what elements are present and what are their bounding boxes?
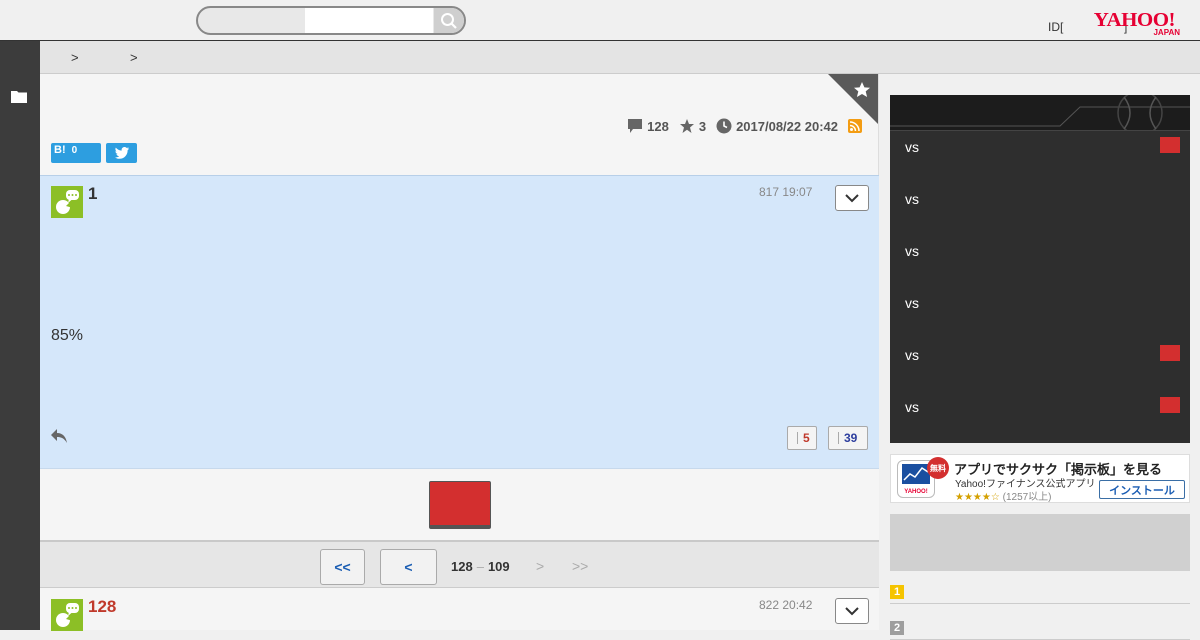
install-button[interactable]: インストール [1099,480,1185,499]
game-row[interactable]: vs [890,123,1190,175]
vote-up-button[interactable]: 39 [828,426,868,450]
page-range: 128–109 [451,559,510,574]
post-date: 817 19:07 [759,185,813,199]
search-box[interactable] [196,6,466,35]
user-avatar-icon [56,603,79,627]
vote-up-count: 39 [844,431,858,445]
baseball-scoreboard: vs vs vs vs vs vs [890,90,1190,443]
ranking-item[interactable]: 2 [890,614,1190,640]
sidebar: vs vs vs vs vs vs YAHOO! 無料 アプリでサクサク「掲示板… [880,74,1200,640]
app-icon-text: YAHOO! [904,489,927,495]
breadcrumb-sep-2: > [130,50,138,65]
rank-number: 2 [890,621,904,635]
post-number: 128 [88,597,117,616]
id-label[interactable]: ID[ [1048,20,1063,34]
comment-icon [628,119,643,133]
reply-icon[interactable] [50,428,68,444]
hatena-count: 0 [71,145,78,156]
game-row[interactable]: vs [890,279,1190,331]
vote-divider [797,432,798,444]
app-promo-banner[interactable]: YAHOO! 無料 アプリでサクサク「掲示板」を見る Yahoo!ファイナンス公… [890,454,1190,503]
hatena-bookmark-button[interactable]: B! 0 [51,143,101,163]
game-row[interactable]: vs [890,331,1190,383]
yahoo-logo[interactable]: YAHOO! JAPAN [1093,9,1186,38]
search-icon [441,12,457,29]
post-number: 1 [88,184,98,203]
rank-number: 1 [890,585,904,599]
vote-down-count: 5 [803,431,810,445]
twitter-icon [114,147,129,159]
twitter-button[interactable] [106,143,137,163]
post-menu-dropdown[interactable] [835,185,869,211]
live-badge [1160,137,1180,153]
game-vs: vs [905,139,919,155]
favorite-star-icon[interactable] [828,74,878,124]
rating-count: (1257以上) [1002,492,1052,503]
chevron-down-icon [845,606,859,615]
free-badge: 無料 [927,457,949,479]
pagination: << < 128–109 > >> [40,540,879,588]
avatar [51,186,83,218]
rss-link[interactable] [848,119,866,133]
post-item: 1 817 19:07 85% 5 39 [40,175,879,469]
thread-meta: 128 3 2017/08/22 20:42 [617,118,866,134]
live-badge [1160,397,1180,413]
rss-icon[interactable] [848,119,862,133]
post-comment-button[interactable] [429,481,491,529]
app-rating: ★★★★☆ (1257以上) [955,488,1052,503]
post-menu-dropdown[interactable] [835,598,869,624]
logo-sub: JAPAN [1153,28,1180,37]
ad-placeholder [890,514,1190,571]
breadcrumb: > > [40,41,1200,74]
live-badge [1160,345,1180,361]
vote-down-button[interactable]: 5 [787,426,817,450]
main-content: 128 3 2017/08/22 20:42 B! 0 1 817 19:07 [40,74,879,631]
ranking-item[interactable]: 1 [890,578,1190,604]
top-bar: ID[ ] YAHOO! JAPAN [0,0,1200,41]
post-body: 85% [51,327,84,344]
post-date: 822 20:42 [759,598,813,612]
chevron-down-icon [845,193,859,202]
folder-icon[interactable] [11,89,27,103]
prev-page-button[interactable]: < [380,549,437,585]
action-area [40,469,879,540]
game-vs: vs [905,347,919,363]
left-rail [0,41,40,630]
rating-stars: ★★★★☆ [955,492,1000,503]
post-item: 128 822 20:42 [40,588,879,631]
thread-date: 2017/08/22 20:42 [716,118,838,134]
user-avatar-icon [56,190,79,214]
breadcrumb-sep-1: > [71,50,79,65]
game-row[interactable]: vs [890,383,1190,435]
game-row[interactable]: vs [890,227,1190,279]
avatar [51,599,83,631]
star-count-value: 3 [698,118,707,134]
game-vs: vs [905,191,919,207]
range-end: 109 [487,559,510,574]
game-vs: vs [905,295,919,311]
hatena-label: B! [54,144,66,156]
range-dash: – [476,559,484,574]
thread-datetime: 2017/08/22 20:42 [736,118,838,134]
comment-count: 128 [627,118,669,134]
first-page-button[interactable]: << [320,549,365,585]
game-row[interactable]: vs [890,175,1190,227]
vote-divider [838,432,839,444]
search-button[interactable] [434,8,464,33]
next-page-button[interactable]: > [536,558,544,574]
share-buttons: B! 0 [51,143,137,163]
game-vs: vs [905,243,919,259]
search-input[interactable] [305,8,433,33]
star-icon [679,119,694,133]
last-page-button[interactable]: >> [572,558,588,574]
logo-text: YAHOO! [1093,9,1176,31]
comment-count-value: 128 [647,118,669,134]
clock-icon [716,118,732,134]
range-start: 128 [451,559,473,574]
game-vs: vs [905,399,919,415]
star-count: 3 [679,118,706,134]
